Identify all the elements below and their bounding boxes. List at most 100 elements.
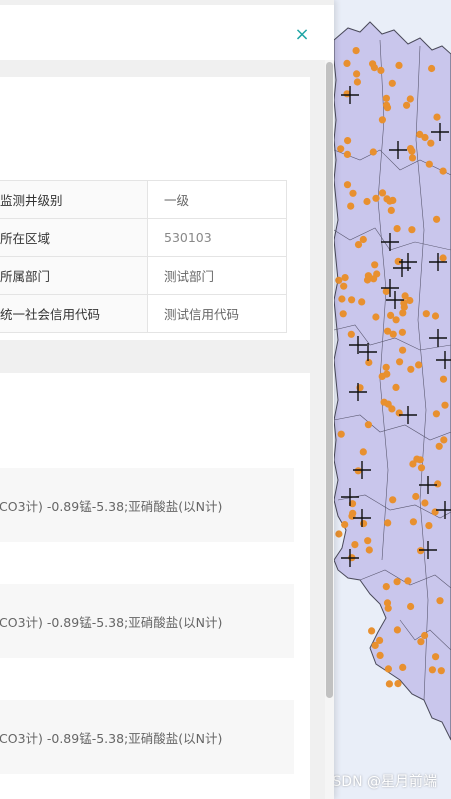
monitoring-dot xyxy=(384,665,392,673)
monitoring-dot xyxy=(428,666,436,674)
detail-drawer: × 监测井级别 一级 所在区域 530103 所属部门 测试部门 统一社会信用代… xyxy=(0,0,334,799)
map-region-shape xyxy=(333,21,451,741)
monitoring-dot xyxy=(368,627,376,635)
monitoring-dot xyxy=(387,206,395,214)
monitoring-dot xyxy=(439,254,447,262)
monitoring-dot xyxy=(364,537,372,545)
monitoring-dot xyxy=(371,261,379,269)
records-card: CO3计) -0.89锰-5.38;亚硝酸盐(以N计) CO3计) -0.89锰… xyxy=(0,373,310,799)
monitoring-dot xyxy=(417,638,425,646)
monitoring-dot xyxy=(440,436,448,444)
monitoring-dot xyxy=(413,455,421,463)
info-key: 监测井级别 xyxy=(0,180,148,219)
monitoring-dot xyxy=(384,519,392,527)
monitoring-dot xyxy=(436,597,444,605)
drawer-header: × xyxy=(0,5,334,60)
monitoring-dot xyxy=(435,442,443,450)
monitoring-dot xyxy=(385,680,393,688)
monitoring-dot xyxy=(376,636,384,645)
monitoring-dot xyxy=(407,602,415,611)
monitoring-dot xyxy=(406,95,414,103)
monitoring-dot xyxy=(382,583,390,591)
monitoring-dot xyxy=(441,401,449,409)
info-key: 统一社会信用代码 xyxy=(0,294,148,333)
monitoring-dot xyxy=(378,372,386,380)
monitoring-dot xyxy=(394,680,402,688)
monitoring-dot xyxy=(341,521,349,529)
record-text: CO3计) -0.89锰-5.38;亚硝酸盐(以N计) xyxy=(0,614,223,630)
monitoring-dot xyxy=(363,197,371,206)
monitoring-dot xyxy=(393,626,401,634)
monitoring-dot xyxy=(347,202,355,210)
monitoring-dot xyxy=(360,520,368,528)
monitoring-dot xyxy=(412,492,420,501)
map-view[interactable]: CSDN @星月前端 xyxy=(320,0,451,799)
monitoring-dot xyxy=(384,400,392,408)
info-card: 监测井级别 一级 所在区域 530103 所属部门 测试部门 统一社会信用代码 … xyxy=(0,77,310,340)
monitoring-dot xyxy=(365,546,373,554)
close-button[interactable]: × xyxy=(290,23,314,47)
monitoring-dot xyxy=(434,480,442,488)
monitoring-dot xyxy=(408,226,416,234)
monitoring-dot xyxy=(365,358,373,367)
monitoring-dot xyxy=(421,133,429,142)
info-value: 测试信用代码 xyxy=(147,294,287,333)
monitoring-dot xyxy=(352,47,360,55)
info-row: 统一社会信用代码 测试信用代码 xyxy=(0,294,287,333)
monitoring-dot xyxy=(398,328,406,336)
monitoring-dot xyxy=(339,310,347,318)
monitoring-dot xyxy=(422,310,430,318)
monitoring-dot xyxy=(377,66,385,74)
monitoring-dot xyxy=(378,116,386,124)
monitoring-dot xyxy=(343,181,352,189)
monitoring-dot xyxy=(425,522,433,530)
map-canvas[interactable] xyxy=(320,0,451,799)
monitoring-dot xyxy=(335,530,343,538)
monitoring-dot xyxy=(395,61,403,69)
monitoring-dot xyxy=(427,139,435,147)
monitoring-dot xyxy=(337,145,345,153)
info-row: 监测井级别 一级 xyxy=(0,180,287,219)
monitoring-dot xyxy=(383,599,392,607)
monitoring-dot xyxy=(437,667,445,675)
record-item: CO3计) -0.89锰-5.38;亚硝酸盐(以N计) xyxy=(0,468,294,542)
monitoring-dot xyxy=(353,70,361,78)
close-icon[interactable]: × xyxy=(294,24,309,45)
monitoring-dot xyxy=(359,448,367,456)
monitoring-dot xyxy=(433,215,441,223)
monitoring-dot xyxy=(343,59,351,67)
record-text: CO3计) -0.89锰-5.38;亚硝酸盐(以N计) xyxy=(0,498,223,514)
monitoring-dot xyxy=(406,145,415,153)
monitoring-dot xyxy=(370,64,378,72)
record-item: CO3计) -0.89锰-5.38;亚硝酸盐(以N计) xyxy=(0,700,294,774)
map-region-outline xyxy=(333,21,451,741)
monitoring-dot xyxy=(388,79,396,87)
monitoring-dot xyxy=(399,346,407,354)
monitoring-dot xyxy=(389,330,397,338)
monitoring-dot xyxy=(351,541,359,549)
monitoring-dot xyxy=(386,197,394,205)
monitoring-dot xyxy=(382,363,390,371)
monitoring-dot xyxy=(432,410,440,418)
record-text: CO3计) -0.89锰-5.38;亚硝酸盐(以N计) xyxy=(0,730,223,746)
info-table: 监测井级别 一级 所在区域 530103 所属部门 测试部门 统一社会信用代码 … xyxy=(0,180,287,333)
monitoring-dot xyxy=(421,499,429,507)
scrollbar-thumb[interactable] xyxy=(326,62,333,698)
monitoring-dot xyxy=(354,241,363,249)
monitoring-dot xyxy=(399,663,407,672)
monitoring-dot xyxy=(378,189,387,197)
monitoring-dot xyxy=(349,189,357,197)
monitoring-dot xyxy=(409,518,417,526)
monitoring-dot xyxy=(372,194,380,202)
monitoring-dot xyxy=(433,113,441,121)
monitoring-dot xyxy=(393,578,401,586)
monitoring-dot xyxy=(415,361,423,369)
monitoring-dot xyxy=(348,296,356,304)
scrollbar-track[interactable] xyxy=(325,60,334,799)
drawer-body[interactable]: 监测井级别 一级 所在区域 530103 所属部门 测试部门 统一社会信用代码 … xyxy=(0,60,334,799)
monitoring-dot xyxy=(404,577,412,585)
monitoring-dot xyxy=(369,148,377,156)
monitoring-dot xyxy=(337,430,345,438)
monitoring-dot xyxy=(353,78,361,86)
monitoring-dot xyxy=(417,547,425,555)
